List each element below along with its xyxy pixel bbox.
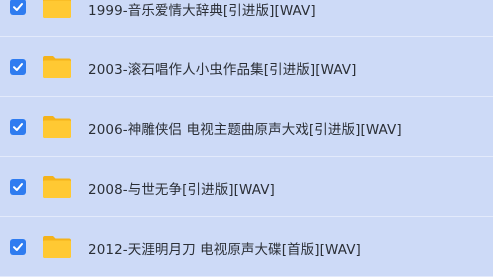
file-row[interactable]: 2006-神雕侠侣 电视主题曲原声大戏[引进版][WAV] (0, 97, 493, 157)
checkmark-icon (13, 123, 23, 131)
file-name[interactable]: 2003-滚石唱作人小虫作品集[引进版][WAV] (88, 58, 357, 78)
checkmark-icon (13, 3, 23, 11)
file-row[interactable]: 1999-音乐爱情大辞典[引进版][WAV] (0, 0, 493, 37)
file-row[interactable]: 2008-与世无争[引进版][WAV] (0, 157, 493, 217)
folder-icon (43, 116, 71, 138)
file-name[interactable]: 2006-神雕侠侣 电视主题曲原声大戏[引进版][WAV] (88, 118, 402, 138)
file-name[interactable]: 2012-天涯明月刀 电视原声大碟[首版][WAV] (88, 238, 361, 258)
file-row[interactable]: 2012-天涯明月刀 电视原声大碟[首版][WAV] (0, 217, 493, 277)
file-list: 1999-音乐爱情大辞典[引进版][WAV] 2003-滚石唱作人小虫作品集[引… (0, 0, 493, 277)
folder-icon (43, 0, 71, 18)
checkbox-checked[interactable] (10, 59, 26, 75)
file-row[interactable]: 2003-滚石唱作人小虫作品集[引进版][WAV] (0, 37, 493, 97)
checkbox-checked[interactable] (10, 239, 26, 255)
checkmark-icon (13, 63, 23, 71)
checkbox-checked[interactable] (10, 179, 26, 195)
checkbox-checked[interactable] (10, 119, 26, 135)
file-name[interactable]: 1999-音乐爱情大辞典[引进版][WAV] (88, 0, 316, 19)
folder-icon (43, 176, 71, 198)
folder-icon (43, 236, 71, 258)
checkbox-checked[interactable] (10, 0, 26, 15)
checkmark-icon (13, 243, 23, 251)
folder-icon (43, 56, 71, 78)
file-name[interactable]: 2008-与世无争[引进版][WAV] (88, 178, 275, 198)
checkmark-icon (13, 183, 23, 191)
